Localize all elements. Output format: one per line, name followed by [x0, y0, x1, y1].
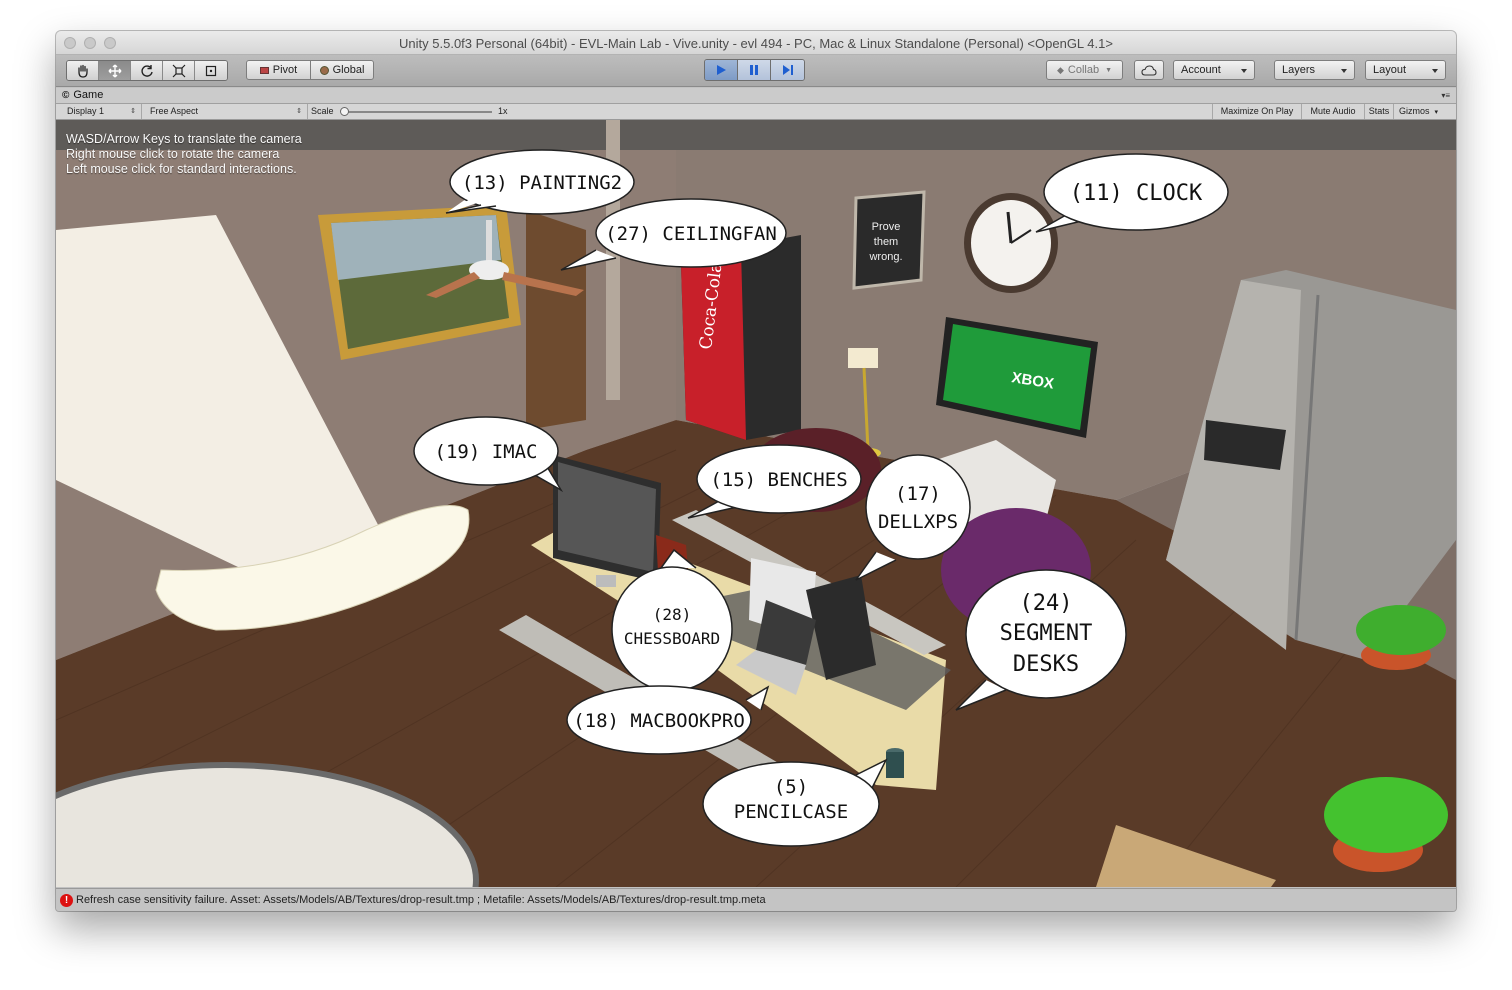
game-viewport[interactable]: Coca-Cola Prove them wrong. XBOX (13) PA… [56, 120, 1456, 887]
pivot-label: Pivot [272, 64, 298, 76]
collab-dropdown[interactable]: ◆ Collab ▼ [1046, 60, 1123, 80]
pause-icon [750, 65, 758, 75]
game-tab-label: Game [73, 89, 104, 101]
wall-clock [964, 193, 1058, 293]
account-label: Account [1181, 64, 1221, 76]
step-button[interactable] [771, 60, 804, 80]
step-icon [782, 65, 793, 75]
chessboard-label-line1: (28) [653, 605, 692, 624]
help-line-3: Left mouse click for standard interactio… [66, 162, 297, 176]
scene-render: Coca-Cola Prove them wrong. XBOX (13) PA… [56, 120, 1456, 887]
benches-label: (15) BENCHES [710, 469, 847, 491]
stats-label: Stats [1368, 106, 1390, 116]
aspect-dropdown[interactable]: Free Aspect ⇕ [142, 104, 308, 119]
status-message: Refresh case sensitivity failure. Asset:… [76, 894, 766, 906]
chessboard-label-line2: CHESSBOARD [624, 629, 720, 648]
poster-line-1: Prove [872, 221, 901, 233]
ceilingfan-label: (27) CEILINGFAN [605, 223, 777, 245]
maximize-label: Maximize On Play [1220, 106, 1294, 116]
label-painting: (13) PAINTING2 [445, 149, 635, 215]
display-label: Display 1 [67, 106, 105, 116]
macbookpro-label: (18) MACBOOKPRO [573, 710, 745, 732]
mute-label: Mute Audio [1310, 106, 1356, 116]
pencilcase-label-line1: (5) [774, 776, 808, 798]
collab-label: Collab [1067, 64, 1100, 76]
layout-label: Layout [1373, 64, 1407, 76]
help-line-2: Right mouse click to rotate the camera [66, 147, 280, 161]
panel-menu-icon[interactable]: ▾≡ [1441, 91, 1450, 100]
scale-label: Scale [311, 106, 334, 116]
pencil-case [886, 752, 904, 778]
scale-slider-thumb[interactable] [340, 107, 349, 116]
painting-label: (13) PAINTING2 [462, 172, 622, 194]
hand-icon [77, 64, 88, 78]
rect-tool-button[interactable] [195, 61, 227, 80]
playback-controls [704, 59, 805, 81]
poster: Prove them wrong. [852, 190, 926, 290]
pivot-icon [259, 66, 269, 74]
layers-dropdown[interactable]: Layers [1274, 60, 1355, 80]
clock-label: (11) CLOCK [1070, 181, 1203, 206]
tab-game[interactable]: © Game [62, 89, 103, 101]
game-tab-icon: © [62, 89, 70, 101]
scale-value: 1x [498, 106, 508, 116]
stats-toggle[interactable]: Stats [1364, 104, 1393, 119]
layout-dropdown[interactable]: Layout [1365, 60, 1446, 80]
hand-tool-button[interactable] [67, 61, 99, 80]
collab-icon: ◆ [1056, 64, 1064, 75]
console-status-bar[interactable]: ! Refresh case sensitivity failure. Asse… [56, 888, 1456, 911]
rotate-tool-button[interactable] [131, 61, 163, 80]
play-button[interactable] [705, 60, 738, 80]
maximize-on-play-toggle[interactable]: Maximize On Play [1212, 104, 1301, 119]
segment-label-line3: DESKS [1013, 652, 1079, 677]
help-line-1: WASD/Arrow Keys to translate the camera [66, 132, 302, 146]
door [526, 210, 586, 430]
imac-label: (19) IMAC [435, 441, 538, 463]
layers-label: Layers [1282, 64, 1316, 76]
title-bar: Unity 5.5.0f3 Personal (64bit) - EVL-Mai… [56, 31, 1456, 55]
pivot-toggle[interactable]: Pivot [246, 60, 311, 80]
error-icon: ! [60, 894, 73, 907]
scale-tool-button[interactable] [163, 61, 195, 80]
account-dropdown[interactable]: Account [1173, 60, 1255, 80]
main-toolbar: Pivot Global ◆ Collab ▼ Account Layers L… [56, 55, 1456, 87]
updown-icon: ⇕ [296, 108, 302, 115]
gizmos-label: Gizmos [1399, 106, 1430, 116]
game-view-controls: Display 1 ⇕ Free Aspect ⇕ Scale 1x Maxim… [56, 104, 1456, 120]
gizmos-dropdown[interactable]: Gizmos ▾ [1393, 104, 1456, 119]
global-toggle[interactable]: Global [310, 60, 374, 80]
transform-tools [66, 60, 228, 81]
chevron-down-icon [1241, 69, 1247, 73]
segment-label-line2: SEGMENT [1000, 621, 1093, 646]
cloud-button[interactable] [1134, 60, 1164, 80]
dellxps-label-line2: DELLXPS [878, 511, 958, 533]
chevron-down-icon [1432, 69, 1438, 73]
poster-line-3: wrong. [868, 251, 902, 263]
unity-editor-window: Unity 5.5.0f3 Personal (64bit) - EVL-Mai… [56, 31, 1456, 911]
pause-button[interactable] [738, 60, 771, 80]
move-tool-button[interactable] [99, 61, 131, 80]
display-dropdown[interactable]: Display 1 ⇕ [56, 104, 142, 119]
poster-line-2: them [874, 236, 898, 248]
chevron-down-icon: ▾ [1434, 109, 1439, 116]
cloud-icon [1141, 64, 1157, 76]
scale-slider[interactable] [340, 107, 492, 116]
chevron-down-icon [1341, 69, 1347, 73]
play-icon [717, 65, 726, 75]
dellxps-label-line1: (17) [895, 483, 941, 505]
segment-label-line1: (24) [1020, 591, 1073, 616]
updown-icon: ⇕ [130, 108, 136, 115]
scale-icon [172, 64, 185, 77]
game-tab-bar: © Game ▾≡ [56, 88, 1456, 104]
mute-audio-toggle[interactable]: Mute Audio [1301, 104, 1364, 119]
rect-tool-icon [205, 65, 217, 76]
global-label: Global [332, 64, 365, 76]
globe-icon [319, 65, 329, 75]
rotate-icon [140, 64, 153, 77]
window-title: Unity 5.5.0f3 Personal (64bit) - EVL-Mai… [399, 36, 1113, 51]
move-icon [108, 64, 121, 77]
pencilcase-label-line2: PENCILCASE [734, 801, 848, 823]
aspect-label: Free Aspect [150, 106, 199, 116]
